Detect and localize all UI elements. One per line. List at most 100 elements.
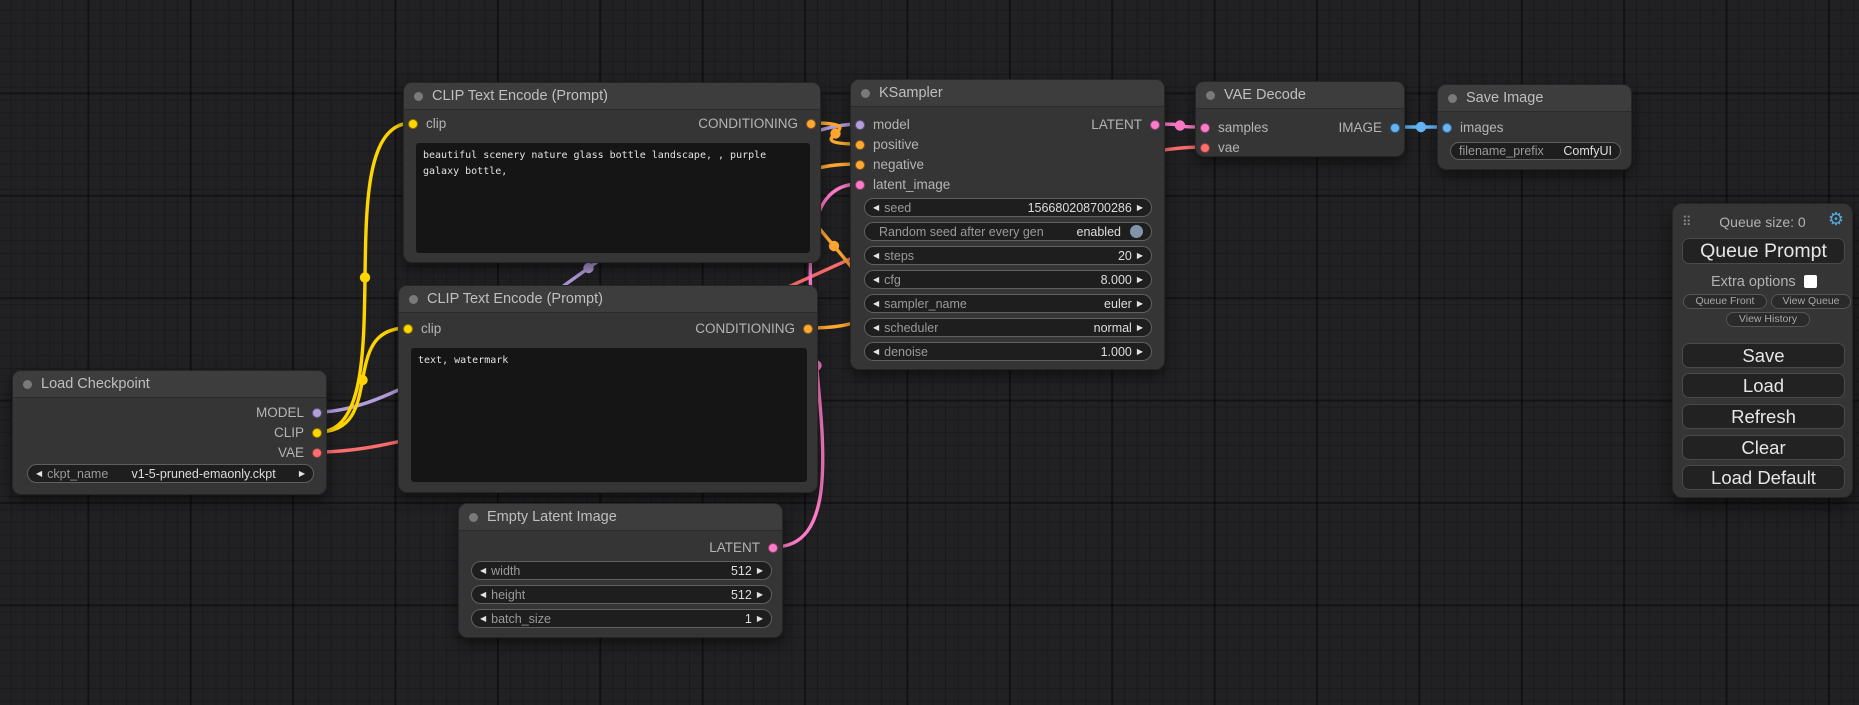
refresh-button[interactable]: Refresh	[1682, 404, 1845, 429]
next-arrow-icon[interactable]: ▶	[1137, 324, 1143, 332]
load-default-button[interactable]: Load Default	[1682, 465, 1845, 490]
filename-prefix-widget[interactable]: filename_prefix ComfyUI	[1450, 142, 1621, 160]
next-arrow-icon[interactable]: ▶	[1137, 204, 1143, 212]
collapse-dot[interactable]	[409, 295, 418, 304]
link-midpoint-dot	[360, 272, 370, 282]
random-seed-widget[interactable]: Random seed after every gen enabled	[864, 222, 1152, 241]
prev-arrow-icon[interactable]: ◀	[873, 204, 879, 212]
port-latent-out[interactable]	[1150, 120, 1160, 130]
width-widget[interactable]: ◀ width 512 ▶	[471, 561, 772, 580]
link-midpoint-dot	[357, 375, 367, 385]
collapse-dot[interactable]	[469, 513, 478, 522]
node-vae-decode[interactable]: VAE Decode samples vae IMAGE	[1195, 81, 1405, 157]
port-model[interactable]	[312, 408, 322, 418]
port-latent-out[interactable]	[768, 543, 778, 553]
prev-arrow-icon[interactable]: ◀	[873, 276, 879, 284]
collapse-dot[interactable]	[861, 89, 870, 98]
next-arrow-icon[interactable]: ▶	[1137, 300, 1143, 308]
input-label-negative: negative	[873, 157, 924, 173]
output-label-conditioning: CONDITIONING	[698, 116, 798, 132]
collapse-dot[interactable]	[1206, 91, 1215, 100]
output-label-conditioning: CONDITIONING	[695, 321, 795, 337]
toggle-dot[interactable]	[1130, 225, 1143, 238]
clear-button[interactable]: Clear	[1682, 435, 1845, 460]
extra-options-label: Extra options	[1711, 274, 1796, 290]
prev-arrow-icon[interactable]: ◀	[873, 324, 879, 332]
port-clip-in[interactable]	[403, 324, 413, 334]
height-widget[interactable]: ◀ height 512 ▶	[471, 585, 772, 604]
input-label-clip: clip	[421, 321, 441, 337]
port-clip-in[interactable]	[408, 119, 418, 129]
queue-prompt-button[interactable]: Queue Prompt	[1682, 238, 1845, 264]
queue-front-button[interactable]: Queue Front	[1683, 294, 1767, 309]
output-label-clip: CLIP	[274, 425, 304, 441]
prompt-textarea[interactable]: text, watermark	[411, 348, 807, 482]
node-empty-latent-image[interactable]: Empty Latent Image LATENT ◀ width 512 ▶ …	[458, 503, 783, 638]
next-arrow-icon[interactable]: ▶	[1137, 276, 1143, 284]
prev-arrow-icon[interactable]: ◀	[480, 615, 486, 623]
queue-menu-panel[interactable]: ⠿ Queue size: 0 ⚙ Queue Prompt Extra opt…	[1672, 203, 1853, 498]
next-arrow-icon[interactable]: ▶	[757, 567, 763, 575]
port-image-out[interactable]	[1390, 123, 1400, 133]
gear-icon[interactable]: ⚙	[1828, 210, 1844, 228]
port-conditioning-out[interactable]	[803, 324, 813, 334]
scheduler-widget[interactable]: ◀ scheduler normal ▶	[864, 318, 1152, 337]
link-midpoint-dot	[1416, 122, 1426, 132]
batch-size-widget[interactable]: ◀ batch_size 1 ▶	[471, 609, 772, 628]
widget-label: ckpt_name	[47, 467, 108, 481]
node-title: Save Image	[1466, 85, 1543, 111]
port-samples-in[interactable]	[1200, 123, 1210, 133]
seed-widget[interactable]: ◀ seed 156680208700286 ▶	[864, 198, 1152, 217]
collapse-dot[interactable]	[414, 92, 423, 101]
prev-arrow-icon[interactable]: ◀	[36, 470, 42, 478]
next-arrow-icon[interactable]: ▶	[757, 615, 763, 623]
input-label-images: images	[1460, 120, 1504, 136]
steps-widget[interactable]: ◀ steps 20 ▶	[864, 246, 1152, 265]
load-button[interactable]: Load	[1682, 373, 1845, 398]
next-arrow-icon[interactable]: ▶	[299, 470, 305, 478]
save-button[interactable]: Save	[1682, 343, 1845, 368]
link-midpoint-dot	[829, 241, 839, 251]
node-graph-canvas[interactable]: Load Checkpoint MODEL CLIP VAE ◀ ckpt_na…	[0, 0, 1859, 705]
port-model-in[interactable]	[855, 120, 865, 130]
collapse-dot[interactable]	[1448, 94, 1457, 103]
node-title: Empty Latent Image	[487, 504, 617, 530]
node-ksampler[interactable]: KSampler model positive negative latent_…	[850, 79, 1165, 370]
prev-arrow-icon[interactable]: ◀	[480, 567, 486, 575]
prev-arrow-icon[interactable]: ◀	[480, 591, 486, 599]
input-label-positive: positive	[873, 137, 919, 153]
port-vae-in[interactable]	[1200, 143, 1210, 153]
view-queue-button[interactable]: View Queue	[1771, 294, 1851, 309]
link-midpoint-dot	[830, 128, 840, 138]
widget-value: v1-5-pruned-emaonly.ckpt	[113, 467, 294, 481]
collapse-dot[interactable]	[23, 380, 32, 389]
node-title: VAE Decode	[1224, 82, 1306, 108]
node-load-checkpoint[interactable]: Load Checkpoint MODEL CLIP VAE ◀ ckpt_na…	[12, 370, 327, 495]
next-arrow-icon[interactable]: ▶	[1137, 252, 1143, 260]
node-clip-text-encode-positive[interactable]: CLIP Text Encode (Prompt) clip CONDITION…	[403, 82, 821, 263]
output-label-latent: LATENT	[709, 540, 760, 556]
prev-arrow-icon[interactable]: ◀	[873, 300, 879, 308]
prev-arrow-icon[interactable]: ◀	[873, 348, 879, 356]
next-arrow-icon[interactable]: ▶	[757, 591, 763, 599]
cfg-widget[interactable]: ◀ cfg 8.000 ▶	[864, 270, 1152, 289]
port-vae[interactable]	[312, 448, 322, 458]
link-midpoint-dot	[583, 263, 593, 273]
port-positive-in[interactable]	[855, 140, 865, 150]
port-negative-in[interactable]	[855, 160, 865, 170]
node-clip-text-encode-negative[interactable]: CLIP Text Encode (Prompt) clip CONDITION…	[398, 285, 818, 493]
port-latent-image-in[interactable]	[855, 180, 865, 190]
node-save-image[interactable]: Save Image images filename_prefix ComfyU…	[1437, 84, 1632, 170]
input-label-latent-image: latent_image	[873, 177, 950, 193]
port-images-in[interactable]	[1442, 123, 1452, 133]
prompt-textarea[interactable]: beautiful scenery nature glass bottle la…	[416, 143, 810, 253]
ckpt-name-widget[interactable]: ◀ ckpt_name v1-5-pruned-emaonly.ckpt ▶	[27, 464, 314, 483]
prev-arrow-icon[interactable]: ◀	[873, 252, 879, 260]
sampler-name-widget[interactable]: ◀ sampler_name euler ▶	[864, 294, 1152, 313]
view-history-button[interactable]: View History	[1726, 312, 1810, 327]
port-conditioning-out[interactable]	[806, 119, 816, 129]
extra-options-checkbox[interactable]	[1804, 275, 1817, 288]
denoise-widget[interactable]: ◀ denoise 1.000 ▶	[864, 342, 1152, 361]
port-clip[interactable]	[312, 428, 322, 438]
next-arrow-icon[interactable]: ▶	[1137, 348, 1143, 356]
